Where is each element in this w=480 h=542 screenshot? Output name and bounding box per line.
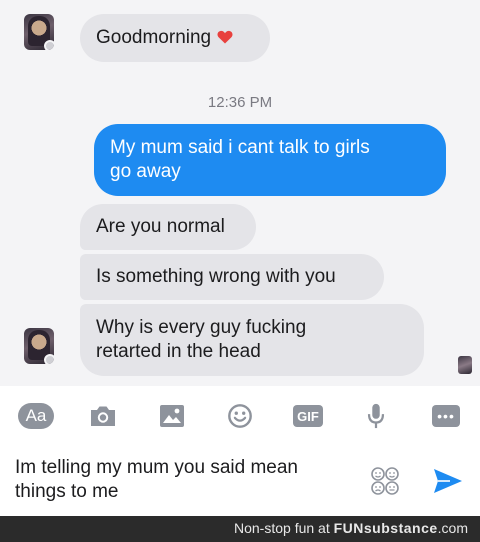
- gif-label: GIF: [297, 408, 319, 424]
- sticker-icon[interactable]: [370, 466, 400, 496]
- message-line: retarted in the head: [96, 341, 261, 362]
- contact-avatar-bottom[interactable]: [24, 328, 54, 364]
- messenger-badge-icon: [44, 40, 54, 50]
- message-text: Goodmorning: [96, 27, 212, 48]
- heart-icon: [217, 30, 233, 44]
- timestamp: 12:36 PM: [207, 94, 273, 111]
- text-format-label: Aa: [25, 406, 47, 425]
- more-label: •••: [437, 408, 455, 424]
- incoming-message[interactable]: Are you normal: [80, 204, 256, 250]
- seen-receipt-avatar: [458, 356, 472, 374]
- watermark-text: Non-stop fun at FUNsubstance.com: [234, 520, 468, 536]
- camera-icon[interactable]: [88, 403, 118, 429]
- composer-toolbar: Aa GIF •••: [0, 386, 480, 444]
- input-line: things to me: [15, 481, 119, 502]
- message-text: Are you normal: [96, 216, 225, 237]
- message-line: Why is every guy fucking: [96, 317, 307, 338]
- outgoing-message[interactable]: My mum said i cant talk to girls go away: [94, 124, 446, 196]
- message-input[interactable]: Im telling my mum you said mean things t…: [15, 456, 345, 504]
- message-line: My mum said i cant talk to girls: [110, 137, 370, 158]
- watermark-brand: FUNsubstance: [333, 520, 438, 536]
- more-icon[interactable]: •••: [432, 405, 460, 427]
- message-composer[interactable]: Im telling my mum you said mean things t…: [0, 444, 480, 516]
- watermark-bar: Non-stop fun at FUNsubstance.com: [0, 516, 480, 542]
- send-icon[interactable]: [432, 467, 464, 495]
- text-format-icon[interactable]: Aa: [18, 403, 54, 429]
- emoji-icon[interactable]: [226, 403, 254, 429]
- incoming-message[interactable]: Goodmorning: [80, 14, 270, 62]
- message-line: go away: [110, 161, 181, 182]
- gif-icon[interactable]: GIF: [293, 405, 323, 427]
- messenger-badge-icon: [44, 354, 54, 364]
- watermark-suffix: .com: [437, 520, 468, 536]
- incoming-message[interactable]: Why is every guy fucking retarted in the…: [80, 304, 424, 376]
- input-line: Im telling my mum you said mean: [15, 457, 298, 478]
- watermark-prefix: Non-stop fun at: [234, 520, 334, 536]
- message-text: Is something wrong with you: [96, 266, 336, 287]
- conversation-area: Goodmorning 12:36 PM My mum said i cant …: [0, 0, 480, 386]
- microphone-icon[interactable]: [366, 403, 386, 429]
- incoming-message[interactable]: Is something wrong with you: [80, 254, 384, 300]
- image-icon[interactable]: [158, 403, 186, 429]
- contact-avatar-top[interactable]: [24, 14, 54, 50]
